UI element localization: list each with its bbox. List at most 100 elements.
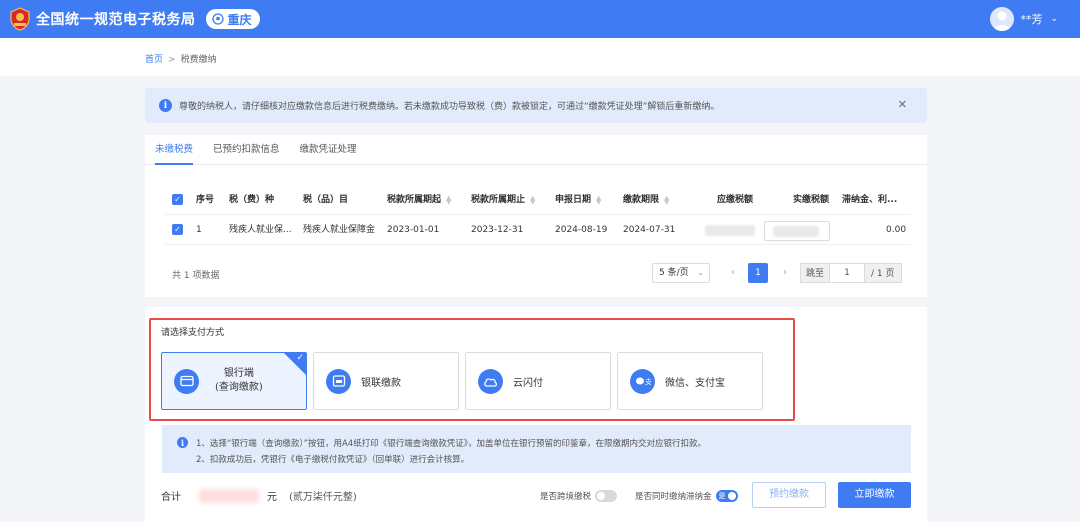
- sum-label: 合计: [161, 492, 181, 503]
- pay-option-quickpass[interactable]: 云闪付: [465, 352, 611, 410]
- row-declare-date: 2024-08-19: [555, 225, 608, 235]
- row-due-date: 2024-07-31: [623, 225, 676, 235]
- breadcrumb-home-link[interactable]: 首页: [145, 55, 163, 65]
- pay-option-label: 银行端 (查询缴款): [215, 367, 263, 395]
- page-size-value: 5 条/页: [659, 268, 689, 278]
- row-late-fee: 0.00: [886, 225, 907, 235]
- col-period-start-label: 税款所属期起: [387, 195, 442, 205]
- notice-banner: i 尊敬的纳税人，请仔细核对应缴款信息后进行税费缴纳。若未缴款成功导致税（费）款…: [145, 88, 927, 123]
- pay-option-label: 云闪付: [513, 377, 543, 389]
- payment-title: 请选择支付方式: [161, 328, 225, 338]
- pay-option-unionpay[interactable]: 银联缴款: [313, 352, 459, 410]
- col-declare-date-label: 申报日期: [555, 195, 592, 205]
- chevron-down-icon: ⌄: [1050, 14, 1058, 24]
- sort-icon: ▲ ▼: [530, 193, 536, 206]
- breadcrumb-separator: >: [168, 55, 176, 65]
- row-tax-type: 残疾人就业保...: [229, 225, 292, 235]
- col-period-end-label: 税款所属期止: [471, 195, 526, 205]
- prev-page-button[interactable]: ‹: [723, 263, 743, 283]
- page-total: / 1 页: [865, 263, 902, 283]
- unionpay-icon: [326, 368, 351, 394]
- col-declare-date[interactable]: 申报日期 ▲ ▼: [555, 185, 601, 215]
- row-checkbox[interactable]: ✓: [172, 224, 183, 235]
- breadcrumb: 首页 > 税费缴纳: [145, 52, 217, 65]
- wechat-alipay-icon: 支: [630, 368, 655, 394]
- row-tax-item: 残疾人就业保障金: [303, 225, 376, 235]
- tax-table: ✓ 序号 税（费）种 税（品）目 税款所属期起 ▲ ▼ 税款所属期止 ▲ ▼ 申报日期 ▲…: [165, 185, 911, 245]
- cross-region-toggle: 是否跨境缴税: [540, 490, 618, 502]
- col-due-date-label: 缴款期限: [623, 195, 660, 205]
- pay-now-button[interactable]: 立即缴款: [838, 482, 911, 508]
- table-row[interactable]: ✓ 1 残疾人就业保... 残疾人就业保障金 2023-01-01 2023-1…: [165, 215, 911, 245]
- col-payable: 应缴税额: [717, 195, 754, 205]
- pagination: 共 1 项数据 5 条/页 ⌄ ‹ 1 › 跳至 1 / 1 页: [165, 262, 911, 286]
- close-icon[interactable]: ✕: [898, 98, 907, 111]
- region-selector[interactable]: 重庆: [205, 9, 260, 29]
- top-bar: 全国统一规范电子税务局 重庆 **芳 ⌄: [0, 0, 1080, 38]
- jump-label: 跳至: [800, 263, 830, 283]
- total-count: 共 1 项数据: [172, 271, 220, 281]
- user-name: **芳: [1020, 13, 1043, 26]
- tab-bar: 未缴税费 已预约扣款信息 缴款凭证处理: [145, 135, 927, 165]
- page-jump: 跳至 1 / 1 页: [800, 263, 902, 283]
- actual-amount-input[interactable]: [764, 221, 830, 241]
- cross-region-label: 是否跨境缴税: [540, 492, 592, 502]
- late-fee-label: 是否同时缴纳滞纳金: [635, 492, 712, 502]
- sum-unit: 元: [267, 492, 277, 503]
- row-payable-redacted: [705, 225, 755, 236]
- cross-region-switch[interactable]: [595, 490, 618, 502]
- row-period-start: 2023-01-01: [387, 225, 440, 235]
- bank-card-icon: [174, 368, 199, 394]
- sort-icon: ▲ ▼: [446, 193, 452, 206]
- jump-input[interactable]: 1: [829, 263, 866, 283]
- total-amount: 合计 元 (贰万柒仟元整): [161, 488, 357, 503]
- pay-option-wechat-alipay[interactable]: 支 微信、支付宝: [617, 352, 763, 410]
- user-avatar-icon: [993, 11, 1012, 31]
- col-due-date[interactable]: 缴款期限 ▲ ▼: [623, 185, 669, 215]
- actual-amount-redacted: [773, 226, 819, 237]
- select-all-checkbox[interactable]: ✓: [172, 194, 183, 205]
- tab-voucher[interactable]: 缴款凭证处理: [300, 135, 357, 164]
- location-pin-icon: [211, 13, 224, 25]
- page-number[interactable]: 1: [748, 263, 768, 283]
- page-size-select[interactable]: 5 条/页 ⌄: [652, 263, 710, 283]
- pay-option-line2: (查询缴款): [215, 382, 263, 393]
- col-actual: 实缴税额: [793, 195, 830, 205]
- col-period-end[interactable]: 税款所属期止 ▲ ▼: [471, 185, 535, 215]
- chevron-down-icon: ⌄: [697, 268, 704, 277]
- tab-unpaid[interactable]: 未缴税费: [155, 135, 194, 165]
- payment-tip: i 1、选择“银行端（查询缴款）”按钮，用A4纸打印《银行端查询缴款凭证》，加盖…: [162, 425, 911, 473]
- tab-scheduled[interactable]: 已预约扣款信息: [213, 135, 280, 164]
- tip-line-2: 2、扣款成功后，凭银行《电子缴税付款凭证》（回单联）进行会计核算。: [196, 455, 470, 465]
- tax-list-card: 未缴税费 已预约扣款信息 缴款凭证处理 ✓ 序号 税（费）种 税（品）目 税款所…: [145, 135, 927, 297]
- user-menu[interactable]: **芳 ⌄: [990, 7, 1058, 31]
- tip-line-1: 1、选择“银行端（查询缴款）”按钮，用A4纸打印《银行端查询缴款凭证》，加盖单位…: [196, 439, 706, 449]
- breadcrumb-current: 税费缴纳: [180, 55, 217, 65]
- pay-option-bank[interactable]: 银行端 (查询缴款) ✓: [161, 352, 307, 410]
- col-period-start[interactable]: 税款所属期起 ▲ ▼: [387, 185, 451, 215]
- app-title: 全国统一规范电子税务局: [36, 12, 196, 28]
- schedule-payment-button[interactable]: 预约缴款: [752, 482, 826, 508]
- late-fee-switch[interactable]: 是: [715, 490, 738, 502]
- col-index: 序号: [196, 195, 215, 205]
- region-name: 重庆: [227, 12, 252, 27]
- info-icon: i: [177, 437, 188, 448]
- cloud-pay-icon: [478, 368, 503, 394]
- col-late-fee: 滞纳金、利...: [842, 195, 898, 205]
- row-period-end: 2023-12-31: [471, 225, 524, 235]
- sort-icon: ▲ ▼: [664, 193, 670, 206]
- sort-icon: ▲ ▼: [596, 193, 602, 206]
- late-fee-toggle: 是否同时缴纳滞纳金 是: [635, 490, 738, 502]
- pay-option-label: 银联缴款: [361, 377, 401, 389]
- check-icon: ✓: [296, 353, 304, 363]
- table-header: ✓ 序号 税（费）种 税（品）目 税款所属期起 ▲ ▼ 税款所属期止 ▲ ▼ 申报日期 ▲…: [165, 185, 911, 215]
- tax-emblem-icon: [8, 6, 32, 32]
- switch-knob: [597, 492, 606, 500]
- row-index: 1: [196, 225, 202, 235]
- switch-knob: [727, 492, 736, 500]
- pay-option-label: 微信、支付宝: [665, 377, 725, 389]
- col-tax-item: 税（品）目: [303, 195, 349, 205]
- switch-text: 是: [718, 492, 726, 500]
- next-page-button[interactable]: ›: [775, 263, 795, 283]
- svg-text:支: 支: [645, 377, 651, 386]
